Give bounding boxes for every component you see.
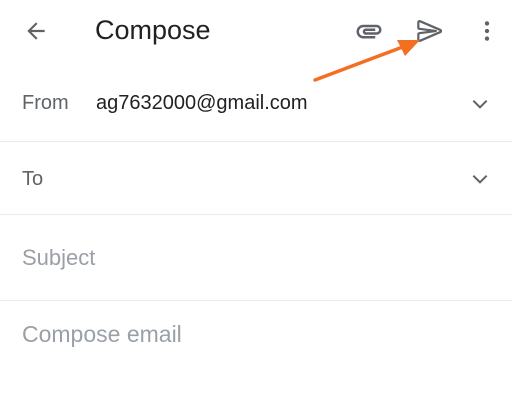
paperclip-icon bbox=[356, 24, 382, 39]
send-icon bbox=[417, 20, 443, 43]
page-title: Compose bbox=[95, 15, 211, 45]
body-area: Compose email bbox=[0, 301, 512, 410]
compose-email-field[interactable]: Compose email bbox=[22, 321, 182, 348]
to-label: To bbox=[22, 168, 44, 190]
from-label: From bbox=[22, 92, 69, 114]
back-button[interactable] bbox=[18, 14, 54, 48]
from-row[interactable]: From ag7632000@gmail.com bbox=[0, 68, 512, 140]
more-vert-icon bbox=[484, 21, 490, 41]
compose-app-bar: Compose bbox=[0, 0, 512, 62]
attach-button[interactable] bbox=[350, 14, 388, 48]
to-row[interactable]: To bbox=[0, 142, 512, 214]
send-button[interactable] bbox=[411, 13, 449, 49]
subject-row: Subject bbox=[0, 215, 512, 300]
subject-field[interactable]: Subject bbox=[22, 245, 95, 271]
chevron-down-icon[interactable] bbox=[470, 169, 490, 189]
to-input[interactable] bbox=[70, 168, 450, 192]
arrow-back-icon bbox=[27, 22, 45, 40]
chevron-down-icon[interactable] bbox=[470, 94, 490, 114]
more-options-button[interactable] bbox=[470, 14, 504, 48]
from-address[interactable]: ag7632000@gmail.com bbox=[96, 92, 308, 115]
